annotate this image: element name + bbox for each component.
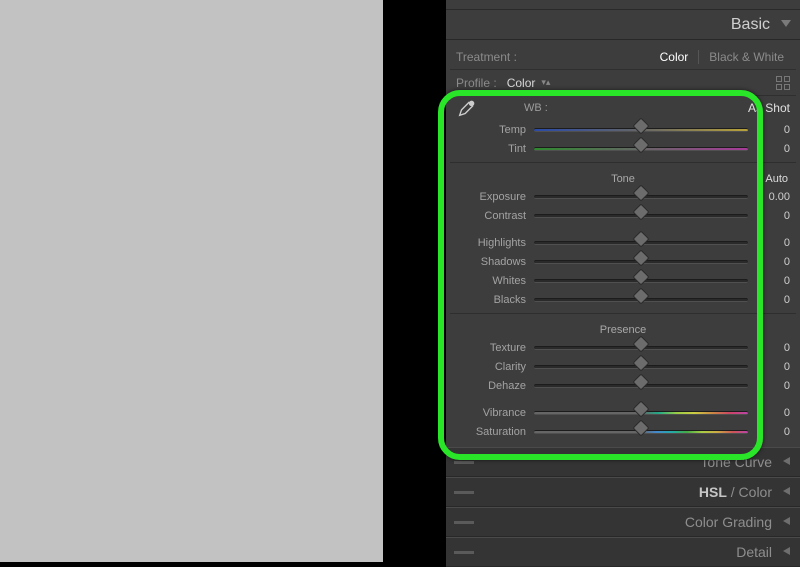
wb-tint-label: Tint bbox=[456, 143, 526, 155]
presence-dehaze-row: Dehaze 0 bbox=[450, 376, 796, 395]
presence-dehaze-slider[interactable] bbox=[534, 380, 748, 392]
presence-texture-label: Texture bbox=[456, 342, 526, 354]
wb-temp-label: Temp bbox=[456, 124, 526, 136]
tone-contrast-row: Contrast 0 bbox=[450, 206, 796, 225]
treatment-row: Treatment : Color Black & White bbox=[450, 44, 796, 70]
wb-tint-value[interactable]: 0 bbox=[756, 143, 790, 155]
panel-color-grading-header[interactable]: Color Grading bbox=[446, 507, 800, 537]
tone-auto-button[interactable]: Auto bbox=[765, 173, 788, 185]
tone-highlights-row: Highlights 0 bbox=[450, 233, 796, 252]
presence-clarity-row: Clarity 0 bbox=[450, 357, 796, 376]
panel-top-strip bbox=[446, 0, 800, 10]
wb-preset[interactable]: As Shot bbox=[748, 101, 790, 115]
develop-panel: Basic Treatment : Color Black & White Pr… bbox=[446, 0, 800, 562]
presence-saturation-slider[interactable] bbox=[534, 426, 748, 438]
panel-tone-curve-header[interactable]: Tone Curve bbox=[446, 447, 800, 477]
wb-label: WB : bbox=[524, 102, 548, 114]
profile-value[interactable]: Color bbox=[507, 76, 536, 90]
tone-shadows-row: Shadows 0 bbox=[450, 252, 796, 271]
wb-temp-slider[interactable] bbox=[534, 124, 748, 136]
profile-row: Profile : Color ▾▴ bbox=[450, 70, 796, 96]
disclosure-icon bbox=[782, 545, 792, 559]
tone-blacks-slider[interactable] bbox=[534, 294, 748, 306]
basic-title: Basic bbox=[731, 16, 770, 34]
panel-switch-icon[interactable] bbox=[454, 521, 474, 524]
tone-blacks-row: Blacks 0 bbox=[450, 290, 796, 309]
wb-temp-row: Temp 0 bbox=[450, 120, 796, 139]
tone-blacks-label: Blacks bbox=[456, 294, 526, 306]
disclosure-icon bbox=[780, 17, 792, 32]
treatment-bw[interactable]: Black & White bbox=[703, 48, 790, 66]
tone-contrast-label: Contrast bbox=[456, 210, 526, 222]
panel-switch-icon[interactable] bbox=[454, 491, 474, 494]
tone-whites-label: Whites bbox=[456, 275, 526, 287]
presence-clarity-slider[interactable] bbox=[534, 361, 748, 373]
basic-header[interactable]: Basic bbox=[446, 10, 800, 40]
divider bbox=[450, 162, 796, 163]
treatment-color[interactable]: Color bbox=[654, 48, 695, 66]
tone-title: Tone bbox=[611, 173, 635, 185]
tone-highlights-label: Highlights bbox=[456, 237, 526, 249]
basic-body: Treatment : Color Black & White Profile … bbox=[446, 40, 800, 447]
presence-title: Presence bbox=[600, 324, 646, 336]
tone-shadows-label: Shadows bbox=[456, 256, 526, 268]
presence-saturation-value[interactable]: 0 bbox=[756, 426, 790, 438]
tone-whites-value[interactable]: 0 bbox=[756, 275, 790, 287]
tone-title-row: Tone Auto bbox=[450, 167, 796, 187]
presence-dehaze-value[interactable]: 0 bbox=[756, 380, 790, 392]
presence-texture-slider[interactable] bbox=[534, 342, 748, 354]
presence-vibrance-label: Vibrance bbox=[456, 407, 526, 419]
tone-contrast-slider[interactable] bbox=[534, 210, 748, 222]
wb-temp-value[interactable]: 0 bbox=[756, 124, 790, 136]
profile-dropdown-icon[interactable]: ▾▴ bbox=[541, 77, 550, 88]
tone-contrast-value[interactable]: 0 bbox=[756, 210, 790, 222]
disclosure-icon bbox=[782, 455, 792, 469]
tone-shadows-value[interactable]: 0 bbox=[756, 256, 790, 268]
tone-exposure-row: Exposure 0.00 bbox=[450, 187, 796, 206]
divider bbox=[450, 313, 796, 314]
profile-label: Profile : bbox=[456, 76, 497, 90]
image-canvas[interactable] bbox=[0, 0, 383, 562]
eyedropper-icon[interactable] bbox=[456, 97, 478, 119]
treatment-separator bbox=[698, 50, 699, 64]
profile-browser-icon[interactable] bbox=[776, 76, 790, 90]
wb-row: WB : As Shot bbox=[450, 96, 796, 120]
presence-texture-row: Texture 0 bbox=[450, 338, 796, 357]
tone-highlights-slider[interactable] bbox=[534, 237, 748, 249]
disclosure-icon bbox=[782, 515, 792, 529]
presence-dehaze-label: Dehaze bbox=[456, 380, 526, 392]
presence-clarity-value[interactable]: 0 bbox=[756, 361, 790, 373]
presence-texture-value[interactable]: 0 bbox=[756, 342, 790, 354]
panel-detail-header[interactable]: Detail bbox=[446, 537, 800, 567]
panel-switch-icon[interactable] bbox=[454, 551, 474, 554]
treatment-label: Treatment : bbox=[456, 50, 654, 64]
tone-whites-row: Whites 0 bbox=[450, 271, 796, 290]
presence-vibrance-row: Vibrance 0 bbox=[450, 403, 796, 422]
tone-blacks-value[interactable]: 0 bbox=[756, 294, 790, 306]
presence-vibrance-value[interactable]: 0 bbox=[756, 407, 790, 419]
tone-highlights-value[interactable]: 0 bbox=[756, 237, 790, 249]
presence-saturation-row: Saturation 0 bbox=[450, 422, 796, 441]
presence-vibrance-slider[interactable] bbox=[534, 407, 748, 419]
wb-tint-slider[interactable] bbox=[534, 143, 748, 155]
presence-title-row: Presence bbox=[450, 318, 796, 338]
wb-tint-row: Tint 0 bbox=[450, 139, 796, 158]
tone-whites-slider[interactable] bbox=[534, 275, 748, 287]
panel-hsl-header[interactable]: HSL / Color bbox=[446, 477, 800, 507]
tone-exposure-slider[interactable] bbox=[534, 191, 748, 203]
disclosure-icon bbox=[782, 485, 792, 499]
presence-clarity-label: Clarity bbox=[456, 361, 526, 373]
tone-exposure-label: Exposure bbox=[456, 191, 526, 203]
panel-switch-icon[interactable] bbox=[454, 461, 474, 464]
tone-exposure-value[interactable]: 0.00 bbox=[756, 191, 790, 203]
tone-shadows-slider[interactable] bbox=[534, 256, 748, 268]
presence-saturation-label: Saturation bbox=[456, 426, 526, 438]
